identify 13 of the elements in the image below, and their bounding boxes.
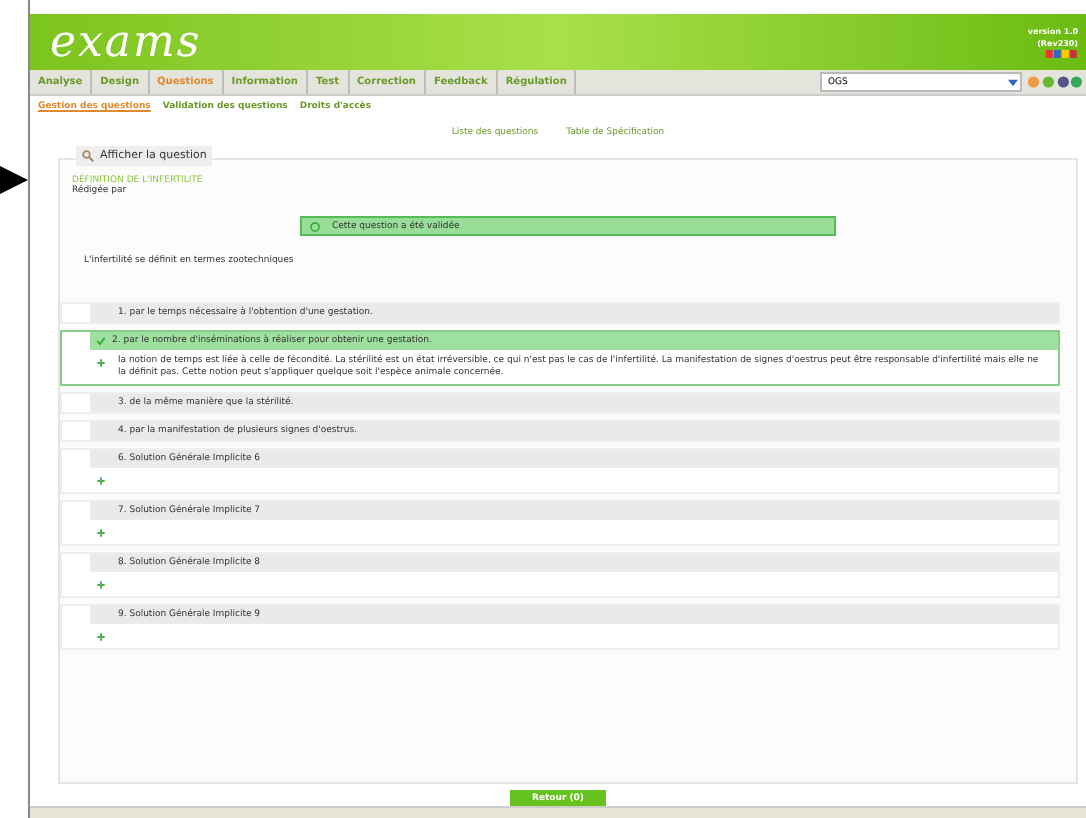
expand-plus-icon[interactable] [96, 358, 106, 368]
expand-plus-icon[interactable] [96, 476, 106, 487]
search-icon [82, 150, 94, 162]
expand-plus-icon[interactable] [96, 632, 106, 643]
expand-plus-icon[interactable] [96, 528, 106, 539]
toolbar-icons [1026, 74, 1082, 90]
pointer-arrow-icon [0, 166, 28, 194]
check-circle-icon [310, 221, 320, 231]
checkmark-icon [96, 336, 106, 346]
expand-plus-icon[interactable] [96, 580, 106, 591]
logo: exams [50, 17, 202, 67]
language-flags-icon [1046, 50, 1078, 58]
caret-icon [1008, 77, 1018, 87]
